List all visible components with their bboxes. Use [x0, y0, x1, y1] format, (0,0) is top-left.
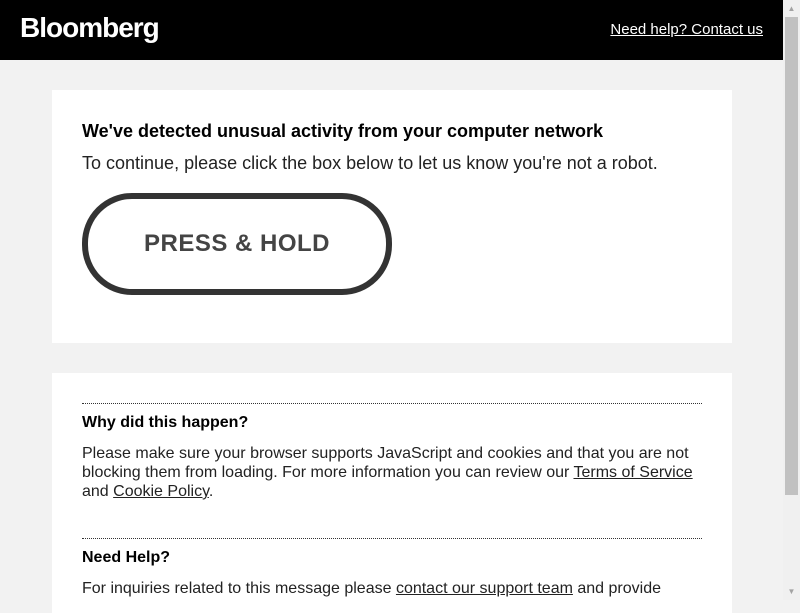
- info-card: Why did this happen? Please make sure yo…: [52, 373, 732, 613]
- help-heading: Need Help?: [82, 549, 171, 566]
- help-paragraph: For inquiries related to this message pl…: [82, 579, 702, 598]
- captcha-title: We've detected unusual activity from you…: [82, 121, 604, 141]
- captcha-subtitle: To continue, please click the box below …: [82, 153, 658, 173]
- help-text-1: For inquiries related to this message pl…: [82, 580, 396, 597]
- why-text-2: and: [82, 483, 114, 500]
- bloomberg-logo[interactable]: Bloomberg: [20, 12, 160, 44]
- why-text-3: .: [208, 483, 214, 500]
- vertical-scrollbar[interactable]: ▲ ▼: [783, 0, 800, 600]
- help-text-2: and provide: [572, 580, 661, 597]
- why-paragraph: Please make sure your browser supports J…: [82, 444, 702, 501]
- scroll-up-arrow-icon[interactable]: ▲: [783, 0, 800, 17]
- divider: [82, 538, 702, 539]
- cookie-policy-link[interactable]: Cookie Policy: [113, 483, 209, 500]
- contact-us-link[interactable]: Need help? Contact us: [610, 21, 763, 38]
- header: Bloomberg Need help? Contact us: [0, 0, 783, 60]
- press-and-hold-button[interactable]: PRESS & HOLD: [82, 193, 392, 295]
- divider: [82, 403, 702, 404]
- contact-support-link[interactable]: contact our support team: [396, 580, 573, 597]
- scrollbar-thumb[interactable]: [785, 17, 798, 495]
- terms-of-service-link[interactable]: Terms of Service: [573, 464, 692, 481]
- captcha-card: We've detected unusual activity from you…: [52, 90, 732, 343]
- scroll-down-arrow-icon[interactable]: ▼: [783, 583, 800, 600]
- why-heading: Why did this happen?: [82, 414, 249, 431]
